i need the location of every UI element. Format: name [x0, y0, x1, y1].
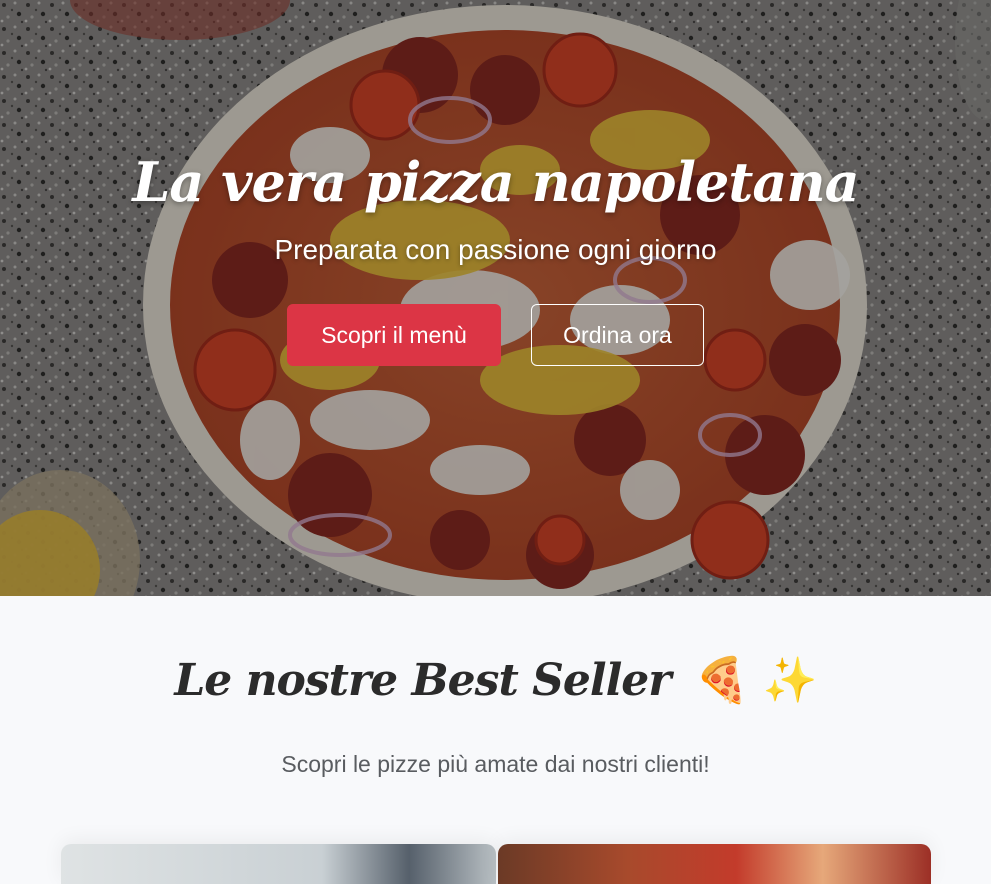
pizza-card[interactable]: [498, 844, 931, 884]
pizza-sparkles-icon: 🍕 ✨: [694, 655, 818, 706]
order-button[interactable]: Ordina ora: [531, 304, 704, 366]
bestseller-subtitle: Scopri le pizze più amate dai nostri cli…: [281, 751, 710, 777]
menu-button[interactable]: Scopri il menù: [287, 304, 501, 366]
bestseller-section: Le nostre Best Seller 🍕 ✨ Scopri le pizz…: [0, 596, 991, 884]
pizza-card[interactable]: [61, 844, 496, 884]
hero-content: La vera pizza napoletana Preparata con p…: [0, 0, 991, 596]
bestseller-title: Le nostre Best Seller 🍕 ✨: [0, 654, 991, 706]
hero-section: La vera pizza napoletana Preparata con p…: [0, 0, 991, 596]
bestseller-title-text: Le nostre Best Seller: [174, 655, 671, 706]
hero-subtitle: Preparata con passione ogni giorno: [274, 234, 717, 265]
hero-title: La vera pizza napoletana: [132, 150, 859, 214]
